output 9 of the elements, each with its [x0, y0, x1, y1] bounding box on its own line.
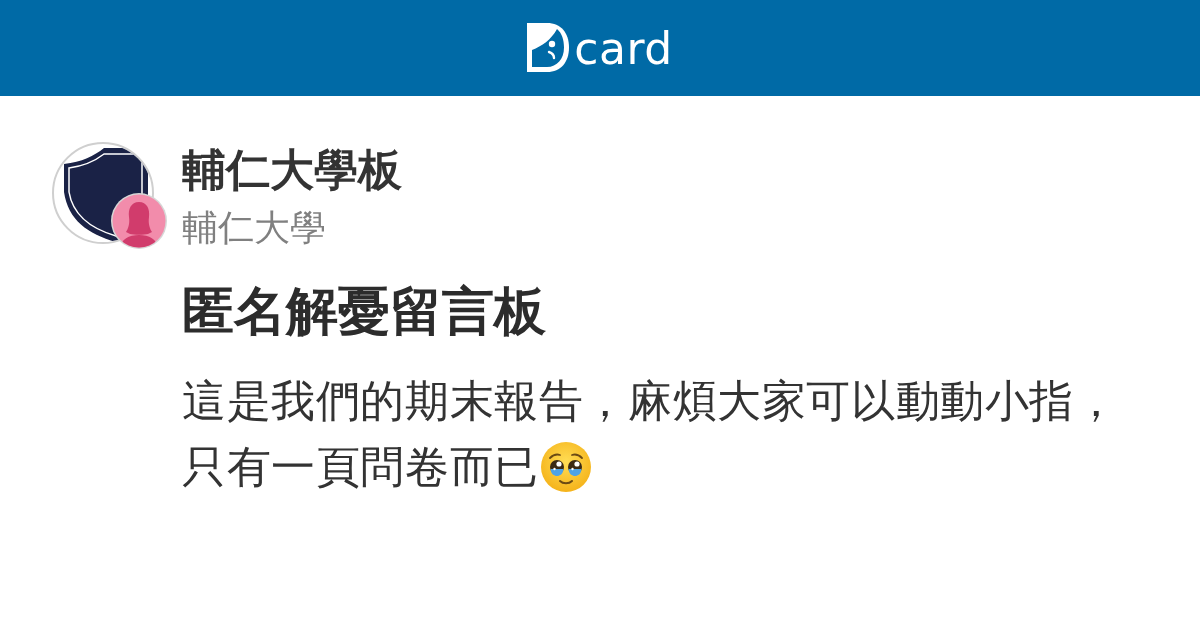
d-logo-icon[interactable] [527, 23, 570, 72]
teary-face-icon [539, 441, 592, 493]
post-body-line: 這是我們的期末報告，麻煩大家可以動動小指， [182, 375, 1119, 427]
post-title: 匿名解憂留言板 [182, 281, 546, 341]
person-avatar-icon [110, 192, 168, 250]
author-school: 輔仁大學 [182, 206, 326, 250]
post-body-line: 只有一頁問卷而已 [182, 441, 539, 493]
logo-text[interactable]: card [574, 24, 673, 74]
board-name[interactable]: 輔仁大學板 [182, 144, 402, 196]
